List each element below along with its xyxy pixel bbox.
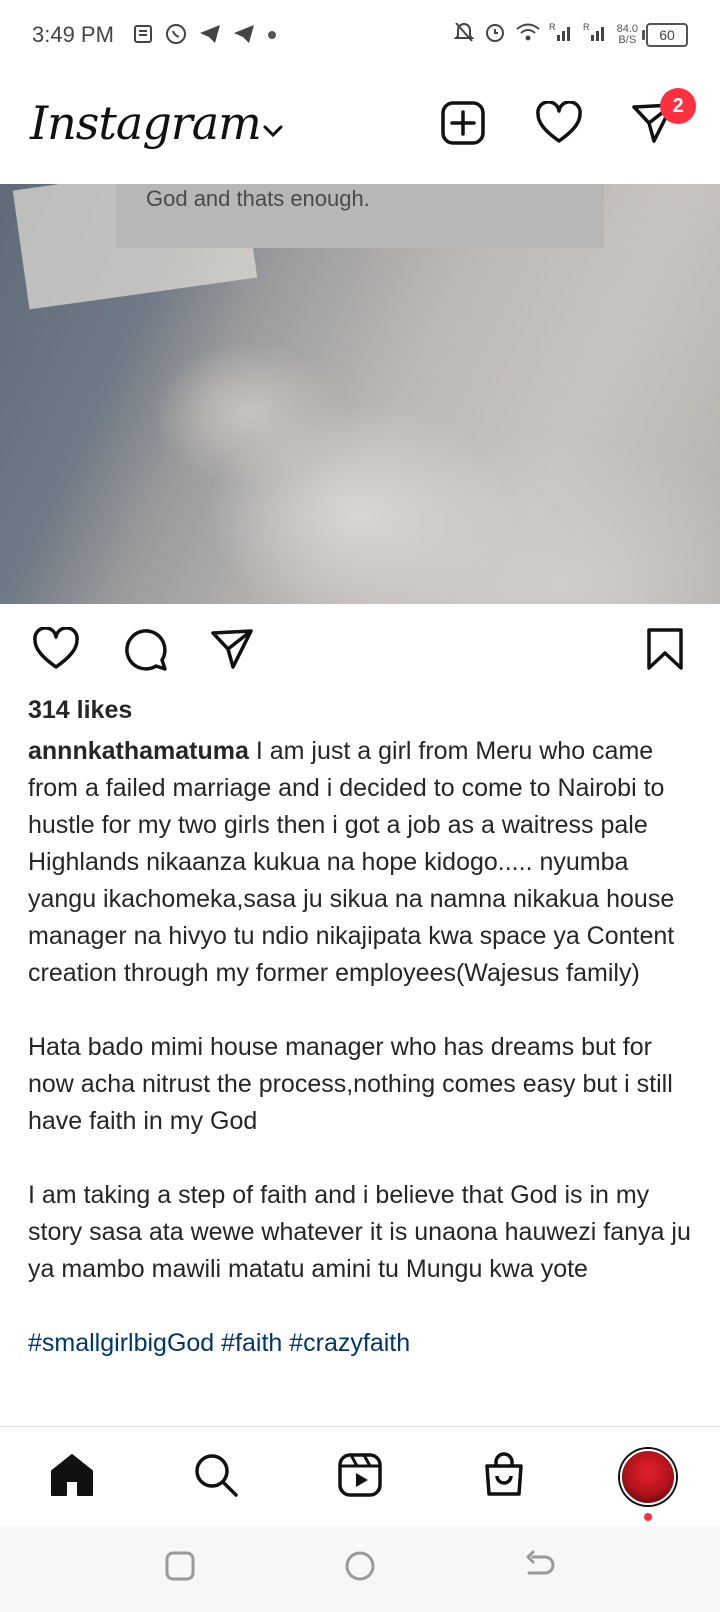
news-icon [132, 23, 154, 50]
notifications-button[interactable] [534, 99, 584, 150]
share-button[interactable] [207, 626, 257, 676]
save-button[interactable] [640, 626, 690, 676]
caption-paragraph: Hata bado mimi house manager who has dre… [28, 1033, 673, 1135]
caption-paragraph: I am taking a step of faith and i believ… [28, 1181, 691, 1283]
status-bar: 3:49 PM R R 84.0 B/S 60 [0, 0, 720, 72]
like-icon [32, 625, 80, 676]
more-notifications-dot-icon [266, 28, 278, 46]
nav-home[interactable] [44, 1449, 100, 1505]
mute-icon [453, 20, 475, 49]
bottom-navigation [0, 1426, 720, 1527]
shop-icon [481, 1451, 527, 1503]
signal-icon: R [583, 21, 609, 48]
signal-icon: R [549, 21, 575, 48]
alarm-icon [483, 20, 507, 49]
home-system-button[interactable] [340, 1548, 380, 1588]
chevron-down-icon[interactable] [262, 124, 284, 143]
battery-indicator: 60 [642, 22, 688, 47]
nav-profile[interactable] [620, 1449, 676, 1505]
profile-avatar [620, 1449, 676, 1505]
recents-button[interactable] [160, 1548, 200, 1588]
telegram-icon [198, 23, 222, 50]
like-button[interactable] [31, 625, 81, 676]
caption-username[interactable]: annnkathamatuma [28, 737, 249, 765]
nav-search[interactable] [188, 1449, 244, 1505]
instagram-logo[interactable]: Instagram [30, 96, 262, 150]
post-caption: annnkathamatuma I am just a girl from Me… [28, 733, 700, 1426]
app-header: Instagram 2 [0, 72, 720, 184]
status-time: 3:49 PM [32, 22, 114, 47]
network-speed-unit: B/S [618, 33, 637, 46]
nav-reels[interactable] [332, 1449, 388, 1505]
new-post-icon [440, 100, 486, 151]
back-button[interactable] [520, 1548, 560, 1588]
new-post-button[interactable] [438, 100, 488, 150]
search-icon [193, 1452, 239, 1503]
svg-text:R: R [583, 22, 590, 32]
system-status-icons: R R 84.0 B/S 60 [453, 20, 688, 49]
back-icon [523, 1549, 557, 1588]
caption-paragraph: annnkathamatuma I am just a girl from Me… [28, 733, 700, 992]
svg-text:R: R [549, 22, 556, 32]
messages-count-badge: 2 [660, 88, 696, 124]
comment-button[interactable] [120, 626, 170, 676]
telegram-icon [232, 23, 256, 50]
recents-icon [163, 1549, 197, 1588]
wifi-icon [515, 21, 541, 48]
nav-shop[interactable] [476, 1449, 532, 1505]
heart-icon [535, 99, 583, 150]
network-speed-value: 84.0 [616, 22, 638, 35]
profile-notification-dot [644, 1513, 652, 1521]
save-icon [645, 627, 685, 676]
share-icon [209, 626, 255, 677]
likes-count[interactable]: 314 likes [28, 696, 132, 725]
home-circle-icon [343, 1549, 377, 1588]
system-navigation-bar [0, 1526, 720, 1612]
caption-text: I am just a girl from Meru who came from… [28, 737, 675, 987]
caption-hashtags[interactable]: #smallgirlbigGod #faith #crazyfaith [28, 1325, 700, 1362]
notification-icons [132, 22, 278, 51]
comment-icon [122, 626, 168, 677]
image-text-card: God and thats enough. [116, 184, 604, 248]
whatsapp-icon [164, 22, 188, 51]
network-speed: 84.0 B/S [616, 22, 638, 46]
image-overlay-text: God and thats enough. [146, 186, 370, 211]
post-image[interactable]: God and thats enough. [0, 184, 720, 604]
reels-icon [337, 1452, 383, 1503]
home-icon [49, 1453, 95, 1502]
post-actions [0, 604, 720, 696]
